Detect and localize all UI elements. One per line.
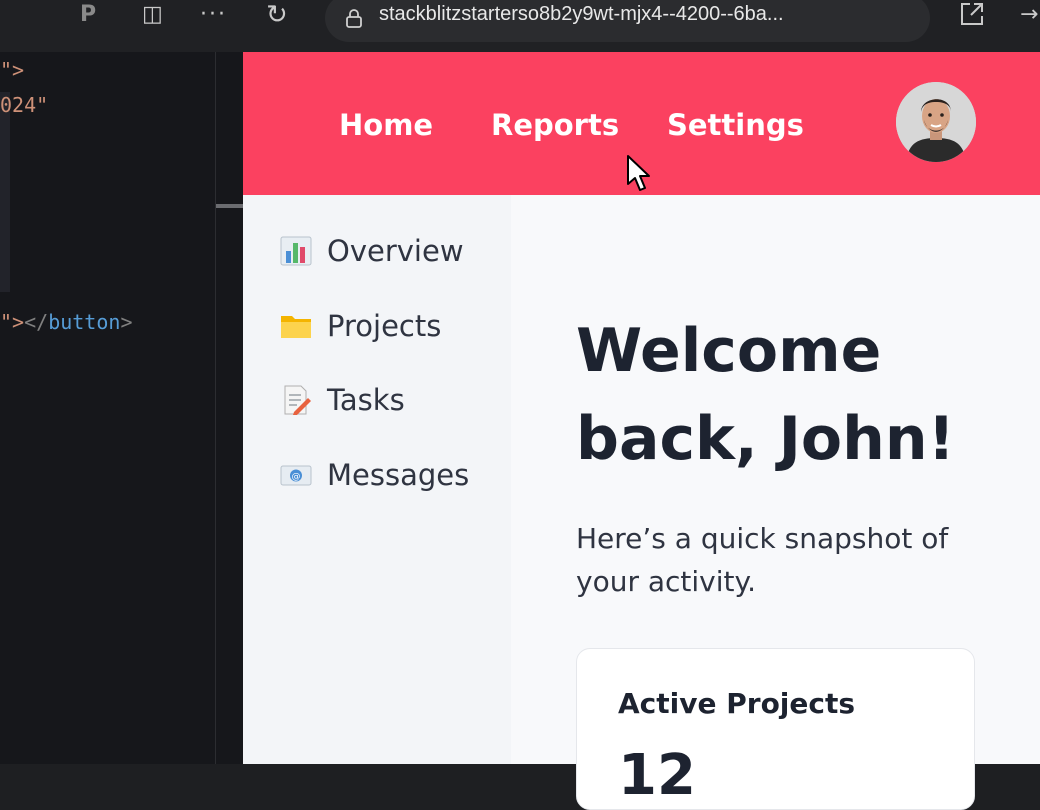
avatar[interactable] <box>896 82 976 162</box>
code-token: > <box>120 310 133 334</box>
card-title: Active Projects <box>618 687 856 720</box>
reload-icon[interactable]: ↻ <box>266 0 288 32</box>
stat-card-active-projects: Active Projects 12 <box>576 648 975 810</box>
nav-settings-link[interactable]: Settings <box>667 108 804 142</box>
extension-icon[interactable]: P <box>80 0 96 32</box>
top-navbar: Home Reports Settings <box>243 52 1040 195</box>
mouse-cursor-icon <box>627 155 650 191</box>
sidebar-item-label: Overview <box>327 234 464 268</box>
code-editor[interactable]: "> 024" "></button> <box>0 52 243 764</box>
open-in-new-icon[interactable] <box>958 0 986 32</box>
editor-scrollbar[interactable] <box>216 204 243 208</box>
app-preview: Home Reports Settings Overview Projects … <box>243 52 1040 810</box>
sidebar-item-projects[interactable]: Projects <box>279 306 441 346</box>
code-line: "> <box>0 58 25 82</box>
address-bar[interactable]: stackblitzstarterso8b2y9wt-mjx4--4200--6… <box>325 0 930 42</box>
code-line: 024" <box>0 93 49 117</box>
nav-reports-link[interactable]: Reports <box>491 108 619 142</box>
sidebar-item-label: Tasks <box>327 383 405 417</box>
browser-toolbar: P ◫ ··· ↻ stackblitzstarterso8b2y9wt-mjx… <box>0 0 1040 52</box>
main-content: Welcome back, John! Here’s a quick snaps… <box>511 195 1040 810</box>
more-icon[interactable]: ··· <box>200 0 227 32</box>
code-line: "></button> <box>0 310 132 334</box>
sidebar: Overview Projects Tasks @ Messages <box>243 195 512 764</box>
code-token: </ <box>24 310 49 334</box>
envelope-icon: @ <box>279 458 313 492</box>
page-title: Welcome back, John! <box>576 316 955 474</box>
sidebar-item-label: Messages <box>327 458 470 492</box>
folder-icon <box>279 309 313 343</box>
editor-divider <box>215 52 216 764</box>
card-value: 12 <box>618 743 696 808</box>
lock-icon <box>345 8 363 33</box>
sidebar-item-messages[interactable]: @ Messages <box>279 455 469 495</box>
user-avatar-icon <box>896 82 976 162</box>
sidebar-item-tasks[interactable]: Tasks <box>279 380 405 420</box>
url-text[interactable]: stackblitzstarterso8b2y9wt-mjx4--4200--6… <box>379 3 784 26</box>
split-screen-icon[interactable]: ◫ <box>142 0 163 32</box>
bar-chart-icon <box>279 234 313 268</box>
svg-text:@: @ <box>292 472 301 482</box>
memo-icon <box>279 383 313 417</box>
page-subtitle: Here’s a quick snapshot of your activity… <box>576 522 949 598</box>
code-token: "> <box>0 310 25 334</box>
code-token: button <box>48 310 121 334</box>
sidebar-item-label: Projects <box>327 309 442 343</box>
nav-home-link[interactable]: Home <box>339 108 433 142</box>
arrow-right-icon[interactable]: → <box>1020 0 1038 32</box>
sidebar-item-overview[interactable]: Overview <box>279 231 464 271</box>
editor-shade <box>0 92 10 292</box>
